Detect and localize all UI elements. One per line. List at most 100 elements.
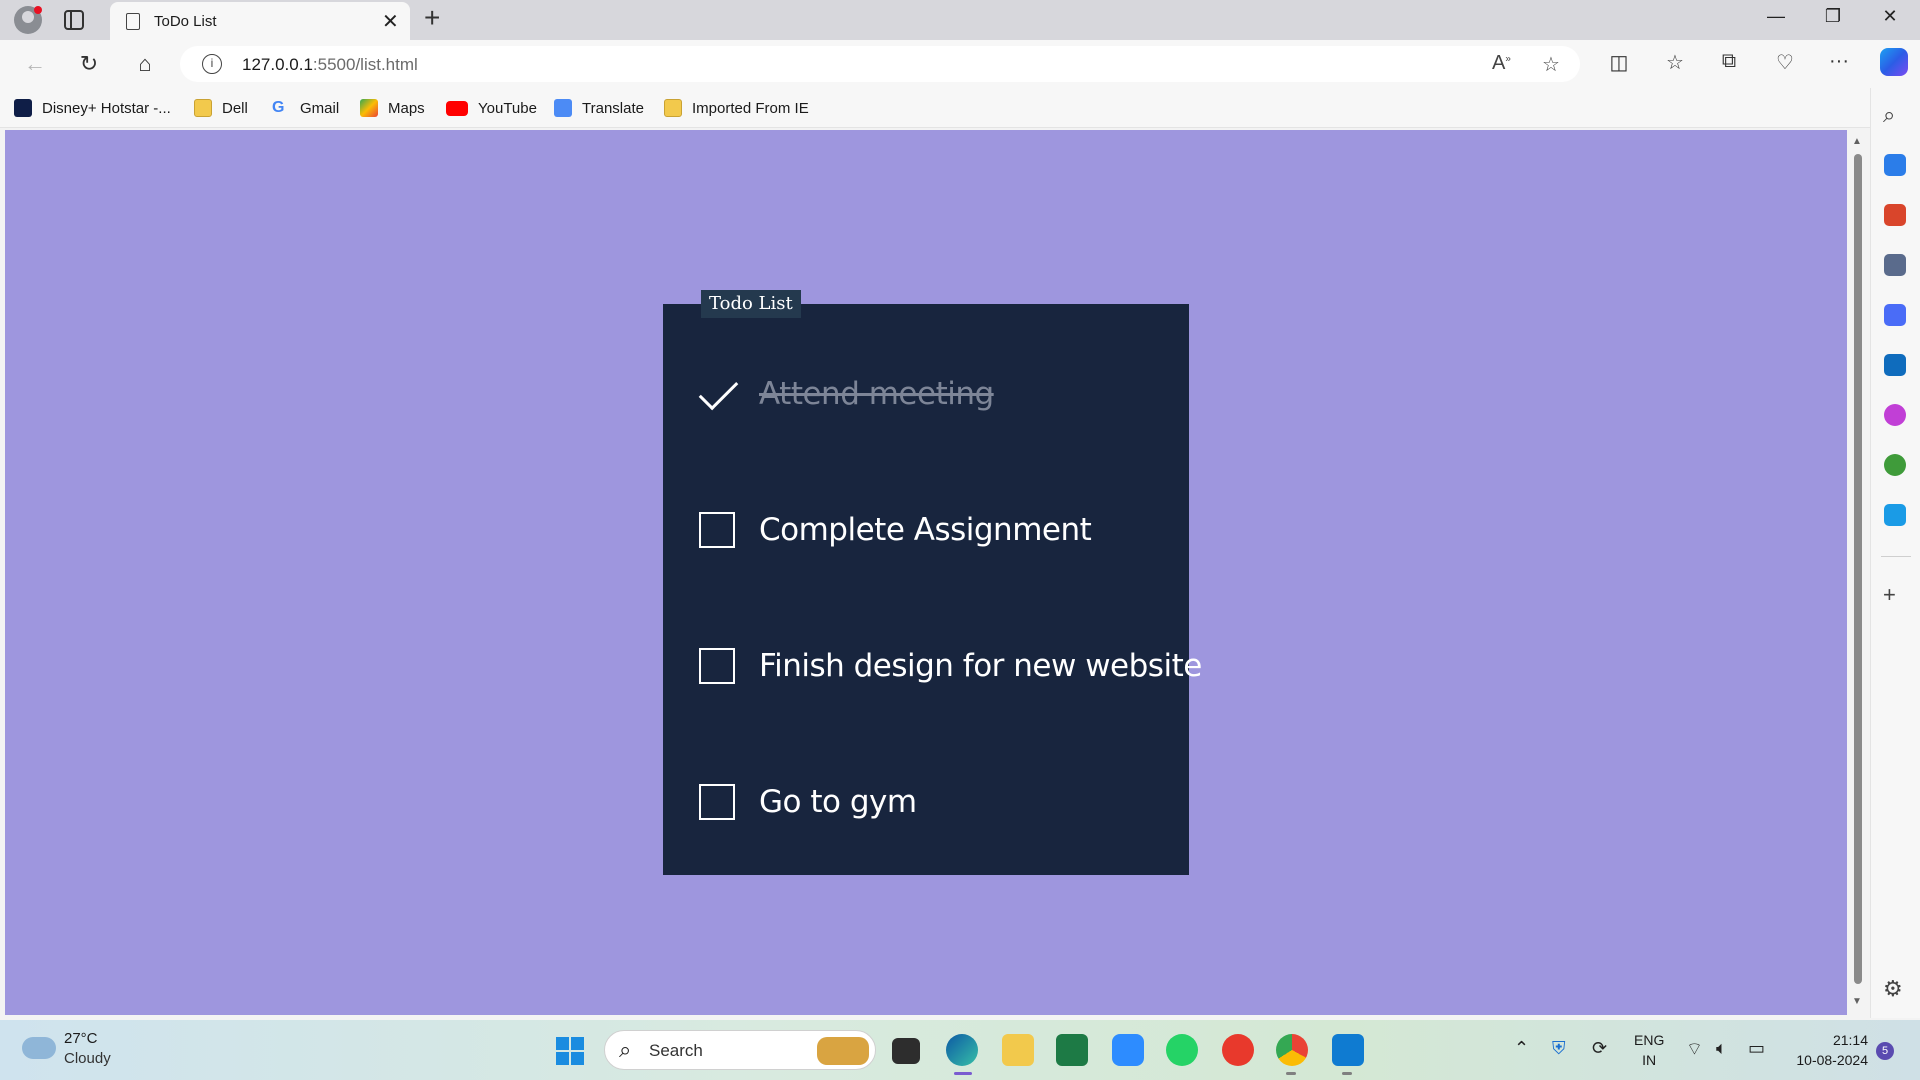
bookmark-translate[interactable]: Translate xyxy=(554,97,644,119)
bookmark-youtube[interactable]: YouTube xyxy=(446,97,537,119)
designer-icon[interactable] xyxy=(1884,404,1906,426)
collections-icon[interactable]: ⧉ xyxy=(1714,50,1744,73)
bookmarks-bar: Disney+ Hotstar -... Dell G Gmail Maps Y… xyxy=(0,88,1920,128)
scroll-thumb[interactable] xyxy=(1854,154,1862,984)
search-icon[interactable]: ⌕ xyxy=(1883,102,1895,128)
todo-item-go-to-gym[interactable]: Go to gym xyxy=(699,772,1179,832)
search-icon: ⌕ xyxy=(619,1037,632,1062)
vscode-icon[interactable] xyxy=(1332,1034,1364,1066)
folder-icon xyxy=(664,99,682,117)
vscode-running-indicator xyxy=(1342,1072,1352,1075)
volume-icon[interactable]: 🔈︎ xyxy=(1716,1038,1727,1059)
todo-item-attend-meeting[interactable]: Attend meeting xyxy=(699,364,1179,424)
chrome-icon[interactable] xyxy=(1276,1034,1308,1066)
tree-icon[interactable] xyxy=(1884,454,1906,476)
url-path: :5500/list.html xyxy=(312,55,418,74)
taskbar: 27°C Cloudy ⌕ Search ⌃ ⛨ ⟳ ENG IN ⌔ 🔈︎ ▭… xyxy=(0,1020,1920,1080)
bookmark-gmail[interactable]: G Gmail xyxy=(272,97,339,119)
zoom-icon[interactable] xyxy=(1112,1034,1144,1066)
bookmark-hotstar[interactable]: Disney+ Hotstar -... xyxy=(14,97,171,119)
wifi-icon[interactable]: ⌔ xyxy=(1686,1038,1703,1061)
wps-office-icon[interactable] xyxy=(1222,1034,1254,1066)
read-aloud-icon[interactable]: A» xyxy=(1492,52,1511,75)
file-explorer-icon[interactable] xyxy=(1002,1034,1034,1066)
browser-essentials-icon[interactable]: ♡ xyxy=(1770,50,1800,75)
bookmark-dell[interactable]: Dell xyxy=(194,97,248,119)
favorites-icon[interactable]: ☆ xyxy=(1660,50,1690,75)
bookmark-label: Dell xyxy=(222,99,248,117)
todo-item-text: Complete Assignment xyxy=(759,512,1092,548)
shopping-tag-icon[interactable] xyxy=(1884,154,1906,176)
tab-actions-icon[interactable] xyxy=(64,10,84,30)
bookmark-maps[interactable]: Maps xyxy=(360,97,425,119)
refresh-button[interactable]: ↻ xyxy=(74,51,104,77)
bookmark-label: YouTube xyxy=(478,99,537,117)
split-screen-icon[interactable]: ◫ xyxy=(1604,50,1634,75)
folder-icon xyxy=(194,99,212,117)
scroll-down-icon[interactable]: ▼ xyxy=(1852,996,1862,1007)
url-field[interactable]: i 127.0.0.1:5500/list.html A» ☆ xyxy=(180,46,1580,82)
battery-icon[interactable]: ▭ xyxy=(1748,1038,1765,1059)
bookmark-label: Gmail xyxy=(300,99,340,117)
security-shield-icon[interactable]: ⛨ xyxy=(1552,1038,1566,1059)
date: 10-08-2024 xyxy=(1796,1052,1868,1068)
maps-icon xyxy=(360,99,378,117)
time: 21:14 xyxy=(1832,1032,1868,1048)
page-icon xyxy=(126,13,140,30)
url-text[interactable]: 127.0.0.1:5500/list.html xyxy=(242,55,418,75)
sync-icon[interactable]: ⟳ xyxy=(1592,1038,1607,1059)
add-icon[interactable]: + xyxy=(1883,582,1896,608)
task-view-icon[interactable] xyxy=(892,1038,920,1064)
back-button[interactable]: ← xyxy=(20,51,50,77)
clock[interactable]: 21:14 10-08-2024 xyxy=(1784,1030,1868,1070)
vertical-scrollbar[interactable]: ▲ ▼ xyxy=(1847,130,1869,1015)
notification-badge[interactable]: 5 xyxy=(1876,1042,1894,1060)
todo-item-text: Attend meeting xyxy=(759,376,994,412)
tab-todo-list[interactable]: ToDo List ✕ xyxy=(110,2,410,40)
close-window-button[interactable]: ✕ xyxy=(1870,6,1910,27)
favorite-star-icon[interactable]: ☆ xyxy=(1542,52,1560,77)
minimize-button[interactable]: — xyxy=(1756,6,1796,27)
copilot-icon[interactable] xyxy=(1880,48,1908,76)
todo-item-complete-assignment[interactable]: Complete Assignment xyxy=(699,500,1179,560)
todo-item-text: Go to gym xyxy=(759,784,917,820)
cloud-icon[interactable] xyxy=(22,1037,56,1059)
outlook-icon[interactable] xyxy=(1884,354,1906,376)
language-indicator[interactable]: ENG IN xyxy=(1634,1030,1664,1070)
windows-start-icon[interactable] xyxy=(556,1037,584,1065)
todo-item-finish-design[interactable]: Finish design for new website xyxy=(699,636,1202,696)
language-code: ENG xyxy=(1634,1032,1665,1048)
new-tab-button[interactable]: + xyxy=(424,2,440,34)
google-icon: G xyxy=(272,99,285,116)
bookmark-label: Disney+ Hotstar -... xyxy=(42,99,171,117)
search-placeholder: Search xyxy=(649,1041,703,1060)
youtube-icon xyxy=(446,100,468,116)
weather-temperature[interactable]: 27°C xyxy=(64,1030,98,1047)
microsoft-365-icon[interactable] xyxy=(1884,304,1906,326)
tab-title: ToDo List xyxy=(154,13,217,30)
scroll-up-icon[interactable]: ▲ xyxy=(1852,136,1862,147)
home-button[interactable]: ⌂ xyxy=(130,51,160,77)
taskbar-search[interactable]: ⌕ Search xyxy=(604,1030,876,1070)
bookmark-imported-from-ie[interactable]: Imported From IE xyxy=(664,97,809,119)
send-icon[interactable] xyxy=(1884,504,1906,526)
edge-icon[interactable] xyxy=(946,1034,978,1066)
restore-button[interactable]: ❐ xyxy=(1813,6,1853,27)
checkbox[interactable] xyxy=(699,784,735,820)
site-info-icon[interactable]: i xyxy=(202,54,222,74)
checkbox[interactable] xyxy=(699,648,735,684)
address-bar: ← ↻ ⌂ i 127.0.0.1:5500/list.html A» ☆ ◫ … xyxy=(0,40,1920,88)
checkmark-icon[interactable] xyxy=(699,376,735,412)
tools-icon[interactable] xyxy=(1884,204,1906,226)
weather-description[interactable]: Cloudy xyxy=(64,1050,111,1067)
settings-gear-icon[interactable]: ⚙ xyxy=(1883,976,1903,1002)
more-options-icon[interactable]: ··· xyxy=(1824,50,1854,73)
todo-item-text: Finish design for new website xyxy=(759,648,1202,684)
whatsapp-icon[interactable] xyxy=(1166,1034,1198,1066)
excel-icon[interactable] xyxy=(1056,1034,1088,1066)
checkbox[interactable] xyxy=(699,512,735,548)
sidebar-divider xyxy=(1881,556,1911,557)
show-hidden-icons-icon[interactable]: ⌃ xyxy=(1514,1038,1529,1059)
close-tab-icon[interactable]: ✕ xyxy=(382,9,399,34)
games-icon[interactable] xyxy=(1884,254,1906,276)
